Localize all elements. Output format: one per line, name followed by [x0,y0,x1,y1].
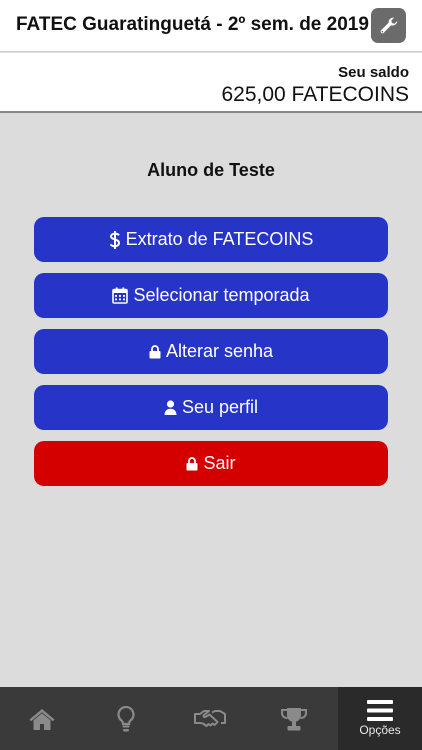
logout-label: Sair [203,453,236,473]
balance-panel: Seu saldo 625,00 FATECOINS [0,53,422,113]
select-season-button[interactable]: Selecionar temporada [34,273,388,318]
change-password-button[interactable]: Alterar senha [34,329,388,374]
profile-button[interactable]: Seu perfil [34,385,388,430]
tab-options[interactable]: Opções [338,687,422,750]
page-title: FATEC Guaratinguetá - 2º sem. de 2019 [16,14,369,35]
student-name: Aluno de Teste [147,160,275,180]
logout-button[interactable]: Sair [34,441,388,486]
menu-icon [367,700,393,721]
user-icon [164,400,177,415]
tab-options-label: Opções [359,723,401,737]
statement-button[interactable]: Extrato de FATECOINS [34,217,388,262]
balance-label: Seu saldo [338,64,409,81]
home-icon [29,708,55,730]
change-password-label: Alterar senha [165,341,274,361]
tab-ideas[interactable] [84,687,168,750]
profile-label: Seu perfil [181,397,259,417]
dollar-icon [109,230,120,249]
tab-ranking[interactable] [252,687,336,750]
handshake-icon [194,709,226,727]
wrench-icon [380,17,397,33]
trophy-icon [280,707,308,730]
tab-deals[interactable] [168,687,252,750]
lock-icon [149,344,161,358]
settings-button[interactable] [371,8,406,43]
balance-value: 625,00 FATECOINS [221,83,409,106]
app-header: FATEC Guaratinguetá - 2º sem. de 2019 [0,0,422,52]
bottom-tab-bar: Opções [0,687,422,750]
calendar-icon [112,287,129,304]
lock-icon [186,456,198,470]
season-label: Selecionar temporada [133,285,310,305]
tab-home[interactable] [0,687,84,750]
lightbulb-icon [117,705,135,731]
statement-label: Extrato de FATECOINS [125,229,314,249]
